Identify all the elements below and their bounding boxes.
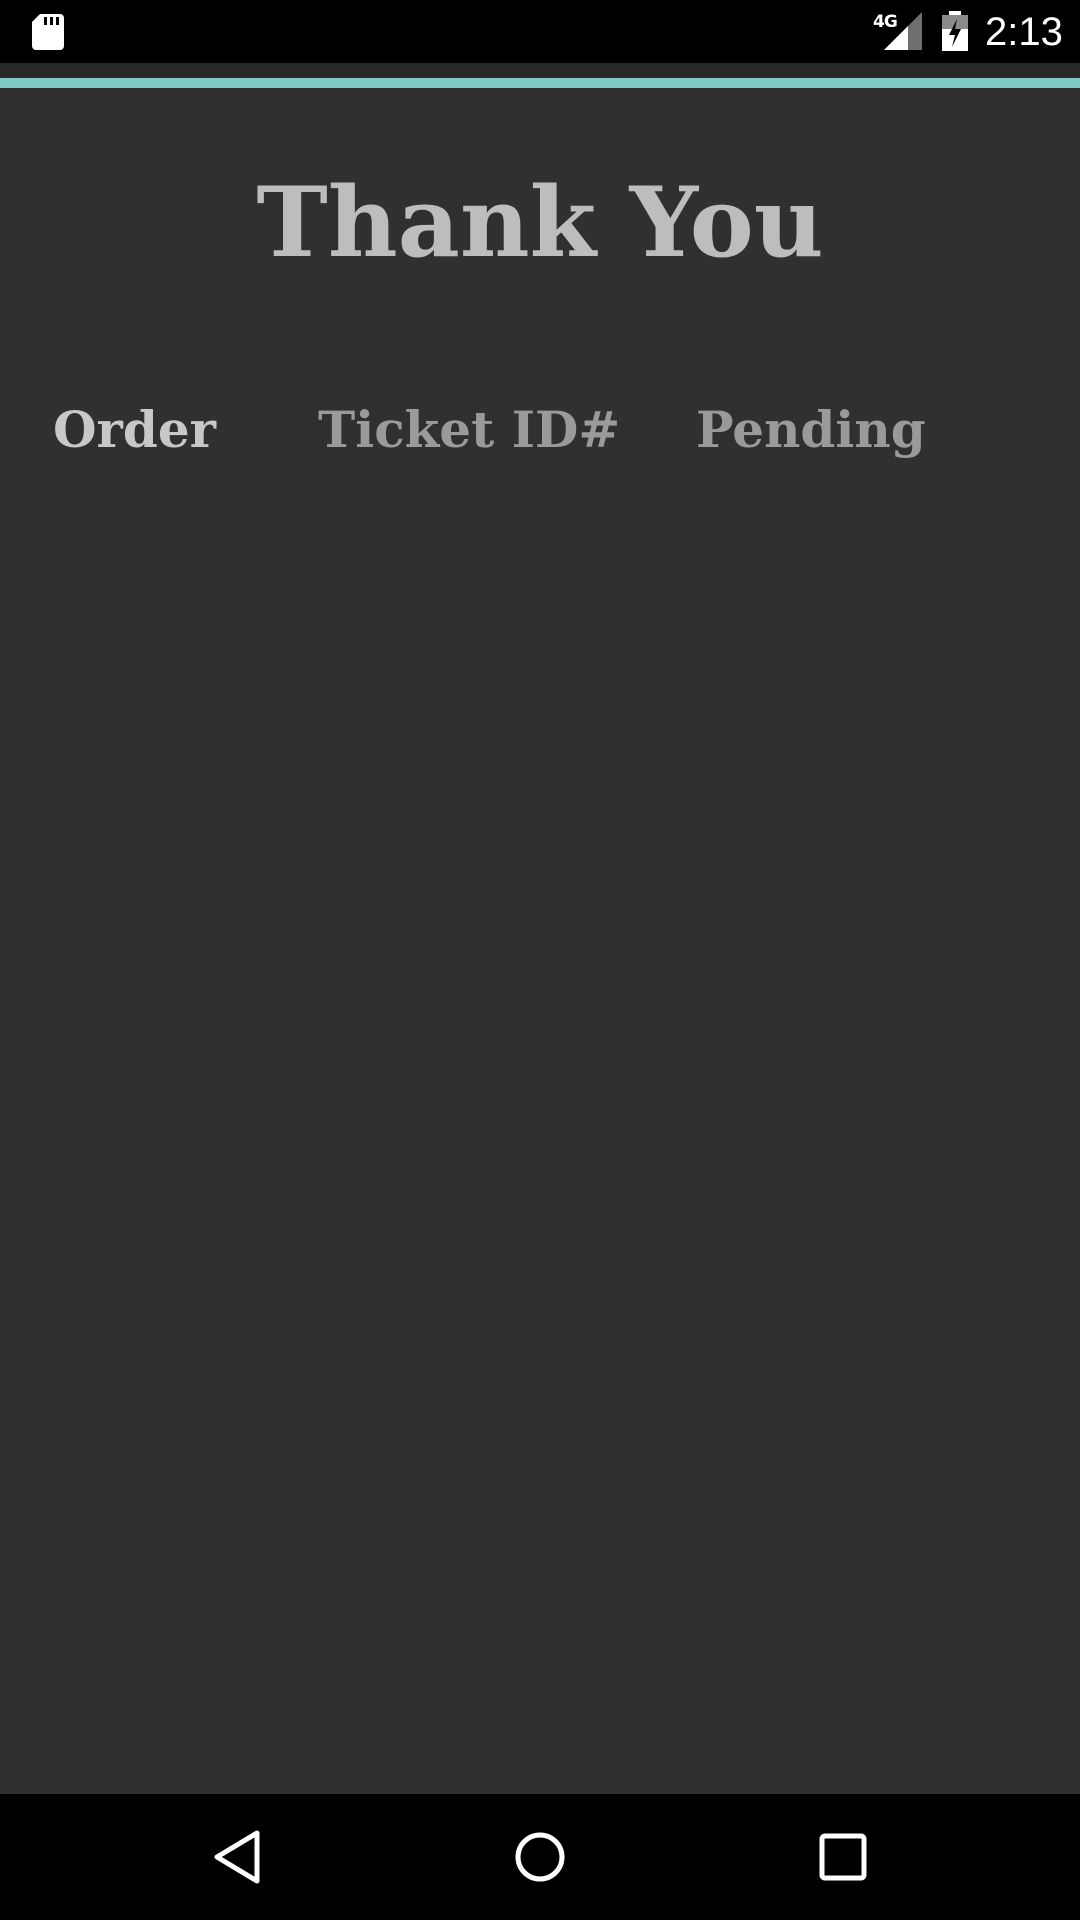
battery-charging-icon	[942, 11, 968, 51]
recents-button[interactable]	[763, 1794, 923, 1920]
navigation-bar	[0, 1794, 1080, 1920]
clock: 2:13	[985, 10, 1063, 54]
column-header-ticket-id: Ticket ID#	[318, 400, 621, 459]
toolbar	[0, 63, 1080, 78]
accent-divider	[0, 78, 1080, 88]
sd-card-icon	[32, 14, 64, 50]
page-title: Thank You	[256, 166, 824, 279]
back-icon	[214, 1830, 260, 1884]
column-header-order: Order	[53, 400, 217, 459]
status-bar: 4G 2:13	[0, 0, 1080, 63]
recents-icon	[819, 1833, 867, 1881]
column-header-pending: Pending	[696, 400, 926, 459]
signal-icon	[884, 12, 922, 50]
home-icon	[515, 1832, 565, 1882]
home-button[interactable]	[460, 1794, 620, 1920]
back-button[interactable]	[157, 1794, 317, 1920]
table-header-row: Order Ticket ID# Pending	[0, 395, 1080, 465]
